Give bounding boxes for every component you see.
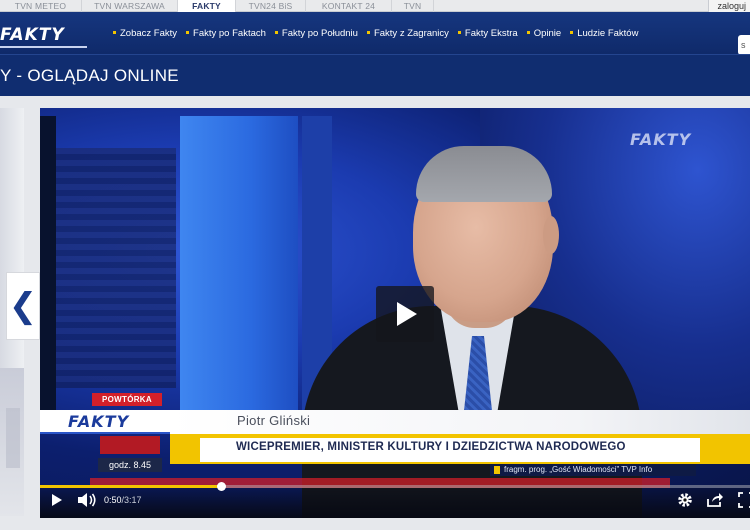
- progress-bar[interactable]: [40, 482, 750, 491]
- menu-item-fakty-po-poludniu[interactable]: Fakty po Południu: [274, 28, 358, 39]
- duration: 3:17: [124, 495, 142, 505]
- lower-third-logo: FAKTY: [40, 410, 170, 434]
- channel-bug: FAKTY: [630, 130, 692, 149]
- network-tab-fakty[interactable]: FAKTY: [178, 0, 236, 12]
- time-display: 0:50/3:17: [104, 495, 142, 505]
- logo-underline: [0, 46, 87, 48]
- bullet-icon: [274, 30, 278, 34]
- bullet-icon: [186, 30, 190, 34]
- fragment-caption: fragm. prog. „Gość Wiadomości” TVP Info: [490, 464, 696, 476]
- lower-third-accent: [100, 436, 160, 454]
- network-tab-kontakt24[interactable]: KONTAKT 24: [306, 0, 392, 12]
- presenter-figure: [416, 146, 552, 202]
- broadcast-clock: godz. 8.45: [98, 458, 162, 472]
- login-link[interactable]: zaloguj: [708, 0, 750, 12]
- thumbnail-shape: [6, 408, 20, 468]
- bullet-icon: [366, 30, 370, 34]
- share-icon[interactable]: [706, 491, 724, 509]
- studio-background: [40, 116, 56, 416]
- network-tab-tvn24-bis[interactable]: TVN24 BiS: [236, 0, 306, 12]
- presenter-figure: [543, 216, 559, 254]
- player-controls: 0:50/3:17: [40, 482, 750, 518]
- main-navigation: FAKTY Zobacz Fakty Fakty po Faktach Fakt…: [0, 12, 750, 55]
- main-menu: Zobacz Fakty Fakty po Faktach Fakty po P…: [113, 28, 647, 39]
- bullet-icon: [570, 30, 574, 34]
- replay-badge: POWTÓRKA: [92, 393, 162, 406]
- fakty-logo[interactable]: FAKTY: [0, 25, 65, 45]
- bullet-icon: [457, 30, 461, 34]
- studio-background: [180, 116, 298, 416]
- current-time: 0:50: [104, 495, 122, 505]
- menu-item-ludzie-faktow[interactable]: Ludzie Faktów: [570, 28, 638, 39]
- menu-item-fakty-z-zagranicy[interactable]: Fakty z Zagranicy: [366, 28, 449, 39]
- carousel-previous-button[interactable]: ❮: [6, 272, 40, 340]
- volume-icon[interactable]: [76, 491, 98, 509]
- page-title-band: Y - OGLĄDAJ ONLINE: [0, 54, 750, 96]
- progress-fill: [40, 485, 221, 488]
- network-tab-tvn-warszawa[interactable]: TVN WARSZAWA: [82, 0, 178, 12]
- menu-item-opinie[interactable]: Opinie: [526, 28, 561, 39]
- person-role: WICEPREMIER, MINISTER KULTURY I DZIEDZIC…: [236, 441, 626, 453]
- gear-icon[interactable]: [676, 491, 694, 509]
- menu-item-fakty-ekstra[interactable]: Fakty Ekstra: [457, 28, 518, 39]
- bullet-icon: [113, 30, 116, 34]
- video-player[interactable]: FAKTY POWTÓRKA FAKTY Piotr Gliński WICEP…: [40, 108, 750, 518]
- network-tab-tvn[interactable]: TVN: [392, 0, 434, 12]
- play-icon: [397, 302, 417, 326]
- fullscreen-icon[interactable]: [737, 491, 750, 509]
- network-tab-tvn-meteo[interactable]: TVN METEO: [0, 0, 82, 12]
- play-icon[interactable]: [52, 494, 62, 506]
- menu-item-fakty-po-faktach[interactable]: Fakty po Faktach: [186, 28, 266, 39]
- search-input[interactable]: s: [738, 35, 750, 55]
- progress-handle[interactable]: [217, 482, 226, 491]
- person-name: Piotr Gliński: [237, 413, 311, 428]
- menu-item-zobacz-fakty[interactable]: Zobacz Fakty: [113, 28, 177, 39]
- bullet-icon: [526, 30, 530, 34]
- big-play-button[interactable]: [376, 286, 434, 342]
- chevron-left-icon: ❮: [8, 286, 38, 326]
- studio-background: [56, 148, 176, 388]
- page-title: Y - OGLĄDAJ ONLINE: [0, 66, 179, 85]
- network-tab-bar: TVN METEO TVN WARSZAWA FAKTY TVN24 BiS K…: [0, 0, 750, 12]
